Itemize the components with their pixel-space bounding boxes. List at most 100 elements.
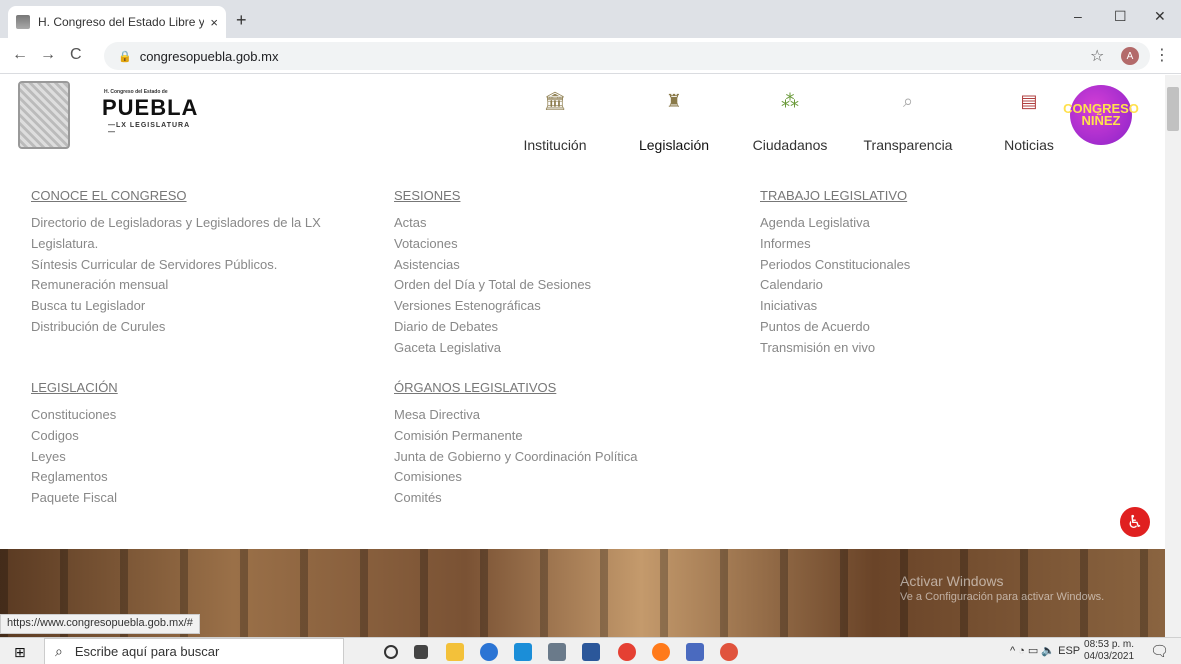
menu-column-conoce: CONOCE EL CONGRESO Directorio de Legisla… — [31, 188, 321, 338]
scrollbar-thumb[interactable] — [1167, 87, 1179, 131]
menu-link[interactable]: Comisiones — [394, 467, 638, 488]
calculator-icon[interactable] — [548, 643, 566, 661]
nav-ciudadanos[interactable]: ⁂ Ciudadanos — [748, 85, 832, 153]
reload-icon[interactable]: C — [70, 46, 82, 64]
page-scrollbar[interactable] — [1165, 75, 1181, 637]
menu-link[interactable]: Agenda Legislativa — [760, 213, 910, 234]
menu-link[interactable]: Orden del Día y Total de Sesiones — [394, 275, 591, 296]
state-crest-icon — [18, 81, 70, 149]
window-close-icon[interactable]: ✕ — [1154, 8, 1166, 25]
browser-toolbar: ← → C 🔒 congresopuebla.gob.mx ☆ A ⋮ — [0, 38, 1181, 74]
menu-link[interactable]: Leyes — [31, 447, 118, 468]
menu-link[interactable]: Versiones Estenográficas — [394, 296, 591, 317]
menu-link[interactable]: Transmisión en vivo — [760, 338, 910, 359]
congreso-ninez-badge[interactable]: CONGRESO NIÑEZ — [1063, 85, 1139, 145]
cortana-icon[interactable] — [384, 645, 398, 659]
menu-column-trabajo: TRABAJO LEGISLATIVO Agenda Legislativa I… — [760, 188, 910, 359]
nav-label: Institución — [523, 137, 587, 153]
section-heading[interactable]: TRABAJO LEGISLATIVO — [760, 188, 910, 203]
tab-title: H. Congreso del Estado Libre y S — [38, 15, 205, 29]
menu-link[interactable]: Periodos Constitucionales — [760, 255, 910, 276]
logo-subtitle: —LX LEGISLATURA— — [108, 122, 191, 136]
section-heading[interactable]: LEGISLACIÓN — [31, 380, 118, 395]
task-view-icon[interactable] — [414, 645, 428, 659]
status-bar-url: https://www.congresopuebla.gob.mx/# — [0, 614, 200, 634]
nav-legislacion[interactable]: ♜ Legislación — [634, 85, 714, 153]
nav-noticias[interactable]: ▤ Noticias — [998, 85, 1060, 153]
menu-link[interactable]: Mesa Directiva — [394, 405, 638, 426]
minimize-icon[interactable]: – — [1074, 8, 1082, 24]
menu-link[interactable]: Calendario — [760, 275, 910, 296]
web-page: H. Congreso del Estado de PUEBLA —LX LEG… — [0, 75, 1165, 637]
menu-link[interactable]: Diario de Debates — [394, 317, 591, 338]
menu-link[interactable]: Puntos de Acuerdo — [760, 317, 910, 338]
menu-link[interactable]: Actas — [394, 213, 591, 234]
app-icon[interactable] — [686, 643, 704, 661]
menu-link[interactable]: Directorio de Legisladoras y Legisladore… — [31, 213, 321, 234]
taskbar-clock[interactable]: 08:53 p. m. 04/03/2021 — [1084, 639, 1134, 663]
teamviewer-icon[interactable] — [514, 643, 532, 661]
logo-name: PUEBLA — [102, 95, 199, 120]
new-tab-button[interactable]: + — [236, 10, 247, 31]
windows-taskbar: ⊞ ⌕ Escribe aquí para buscar ^ ◔ ▭ 🔈 ESP… — [0, 637, 1181, 664]
menu-link[interactable]: Asistencias — [394, 255, 591, 276]
menu-link[interactable]: Constituciones — [31, 405, 118, 426]
menu-link[interactable]: Junta de Gobierno y Coordinación Polític… — [394, 447, 638, 468]
word-icon[interactable] — [582, 643, 600, 661]
file-explorer-icon[interactable] — [446, 643, 464, 661]
taskbar-search-box[interactable]: ⌕ Escribe aquí para buscar — [44, 638, 344, 664]
menu-link[interactable]: Comités — [394, 488, 638, 509]
section-heading[interactable]: ÓRGANOS LEGISLATIVOS — [394, 380, 638, 395]
chrome-icon[interactable] — [618, 643, 636, 661]
nav-transparencia[interactable]: ⌕ Transparencia — [858, 85, 958, 153]
notification-icon[interactable]: 🗨 — [1150, 642, 1169, 660]
browser-tab[interactable]: H. Congreso del Estado Libre y S × — [8, 6, 226, 38]
menu-link[interactable]: Reglamentos — [31, 467, 118, 488]
forward-arrow-icon[interactable]: → — [40, 46, 56, 64]
menu-link[interactable]: Busca tu Legislador — [31, 296, 321, 317]
menu-column-legislacion: LEGISLACIÓN Constituciones Codigos Leyes… — [31, 380, 118, 509]
edge-icon[interactable] — [480, 643, 498, 661]
language-indicator[interactable]: ESP — [1058, 645, 1080, 657]
clock-time: 08:53 p. m. — [1084, 639, 1135, 650]
menu-link[interactable]: Paquete Fiscal — [31, 488, 118, 509]
section-heading[interactable]: CONOCE EL CONGRESO — [31, 188, 321, 203]
magnifier-icon: ⌕ — [902, 91, 914, 111]
windows-start-icon[interactable]: ⊞ — [14, 644, 26, 661]
maximize-icon[interactable]: ☐ — [1114, 8, 1127, 25]
back-arrow-icon[interactable]: ← — [12, 46, 28, 64]
chrome-profile-icon[interactable] — [720, 643, 738, 661]
nav-institucion[interactable]: 🏛 Institución — [520, 85, 590, 153]
statue-icon: ♜ — [665, 91, 683, 111]
system-tray[interactable]: ^ ◔ ▭ 🔈 ESP — [1010, 644, 1080, 657]
section-heading[interactable]: SESIONES — [394, 188, 591, 203]
site-logo[interactable]: H. Congreso del Estado de PUEBLA —LX LEG… — [18, 79, 198, 151]
menu-link[interactable]: Codigos — [31, 426, 118, 447]
menu-link[interactable]: Remuneración mensual — [31, 275, 321, 296]
menu-link[interactable]: Iniciativas — [760, 296, 910, 317]
menu-column-sesiones: SESIONES Actas Votaciones Asistencias Or… — [394, 188, 591, 359]
menu-link[interactable]: Distribución de Curules — [31, 317, 321, 338]
nav-label: Noticias — [1004, 137, 1054, 153]
menu-link[interactable]: Síntesis Curricular de Servidores Públic… — [31, 255, 321, 276]
menu-link[interactable]: Gaceta Legislativa — [394, 338, 591, 359]
close-tab-icon[interactable]: × — [210, 15, 218, 30]
building-icon: 🏛 — [543, 91, 567, 111]
address-bar[interactable]: 🔒 congresopuebla.gob.mx — [104, 42, 1150, 70]
menu-link[interactable]: Legislatura. — [31, 234, 321, 255]
nav-label: Legislación — [638, 137, 710, 153]
menu-kebab-icon[interactable]: ⋮ — [1154, 45, 1170, 65]
menu-link[interactable]: Comisión Permanente — [394, 426, 638, 447]
nav-label: Ciudadanos — [752, 137, 828, 153]
profile-avatar[interactable]: A — [1121, 47, 1139, 65]
menu-column-organos: ÓRGANOS LEGISLATIVOS Mesa Directiva Comi… — [394, 380, 638, 509]
site-favicon-icon — [16, 15, 30, 29]
bookmark-star-icon[interactable]: ☆ — [1090, 46, 1104, 66]
firefox-icon[interactable] — [652, 643, 670, 661]
activate-windows-subtitle: Ve a Configuración para activar Windows. — [900, 591, 1105, 603]
search-icon: ⌕ — [55, 643, 63, 659]
nav-label: Transparencia — [863, 137, 953, 153]
accessibility-icon[interactable]: ♿ — [1117, 504, 1153, 540]
menu-link[interactable]: Informes — [760, 234, 910, 255]
menu-link[interactable]: Votaciones — [394, 234, 591, 255]
